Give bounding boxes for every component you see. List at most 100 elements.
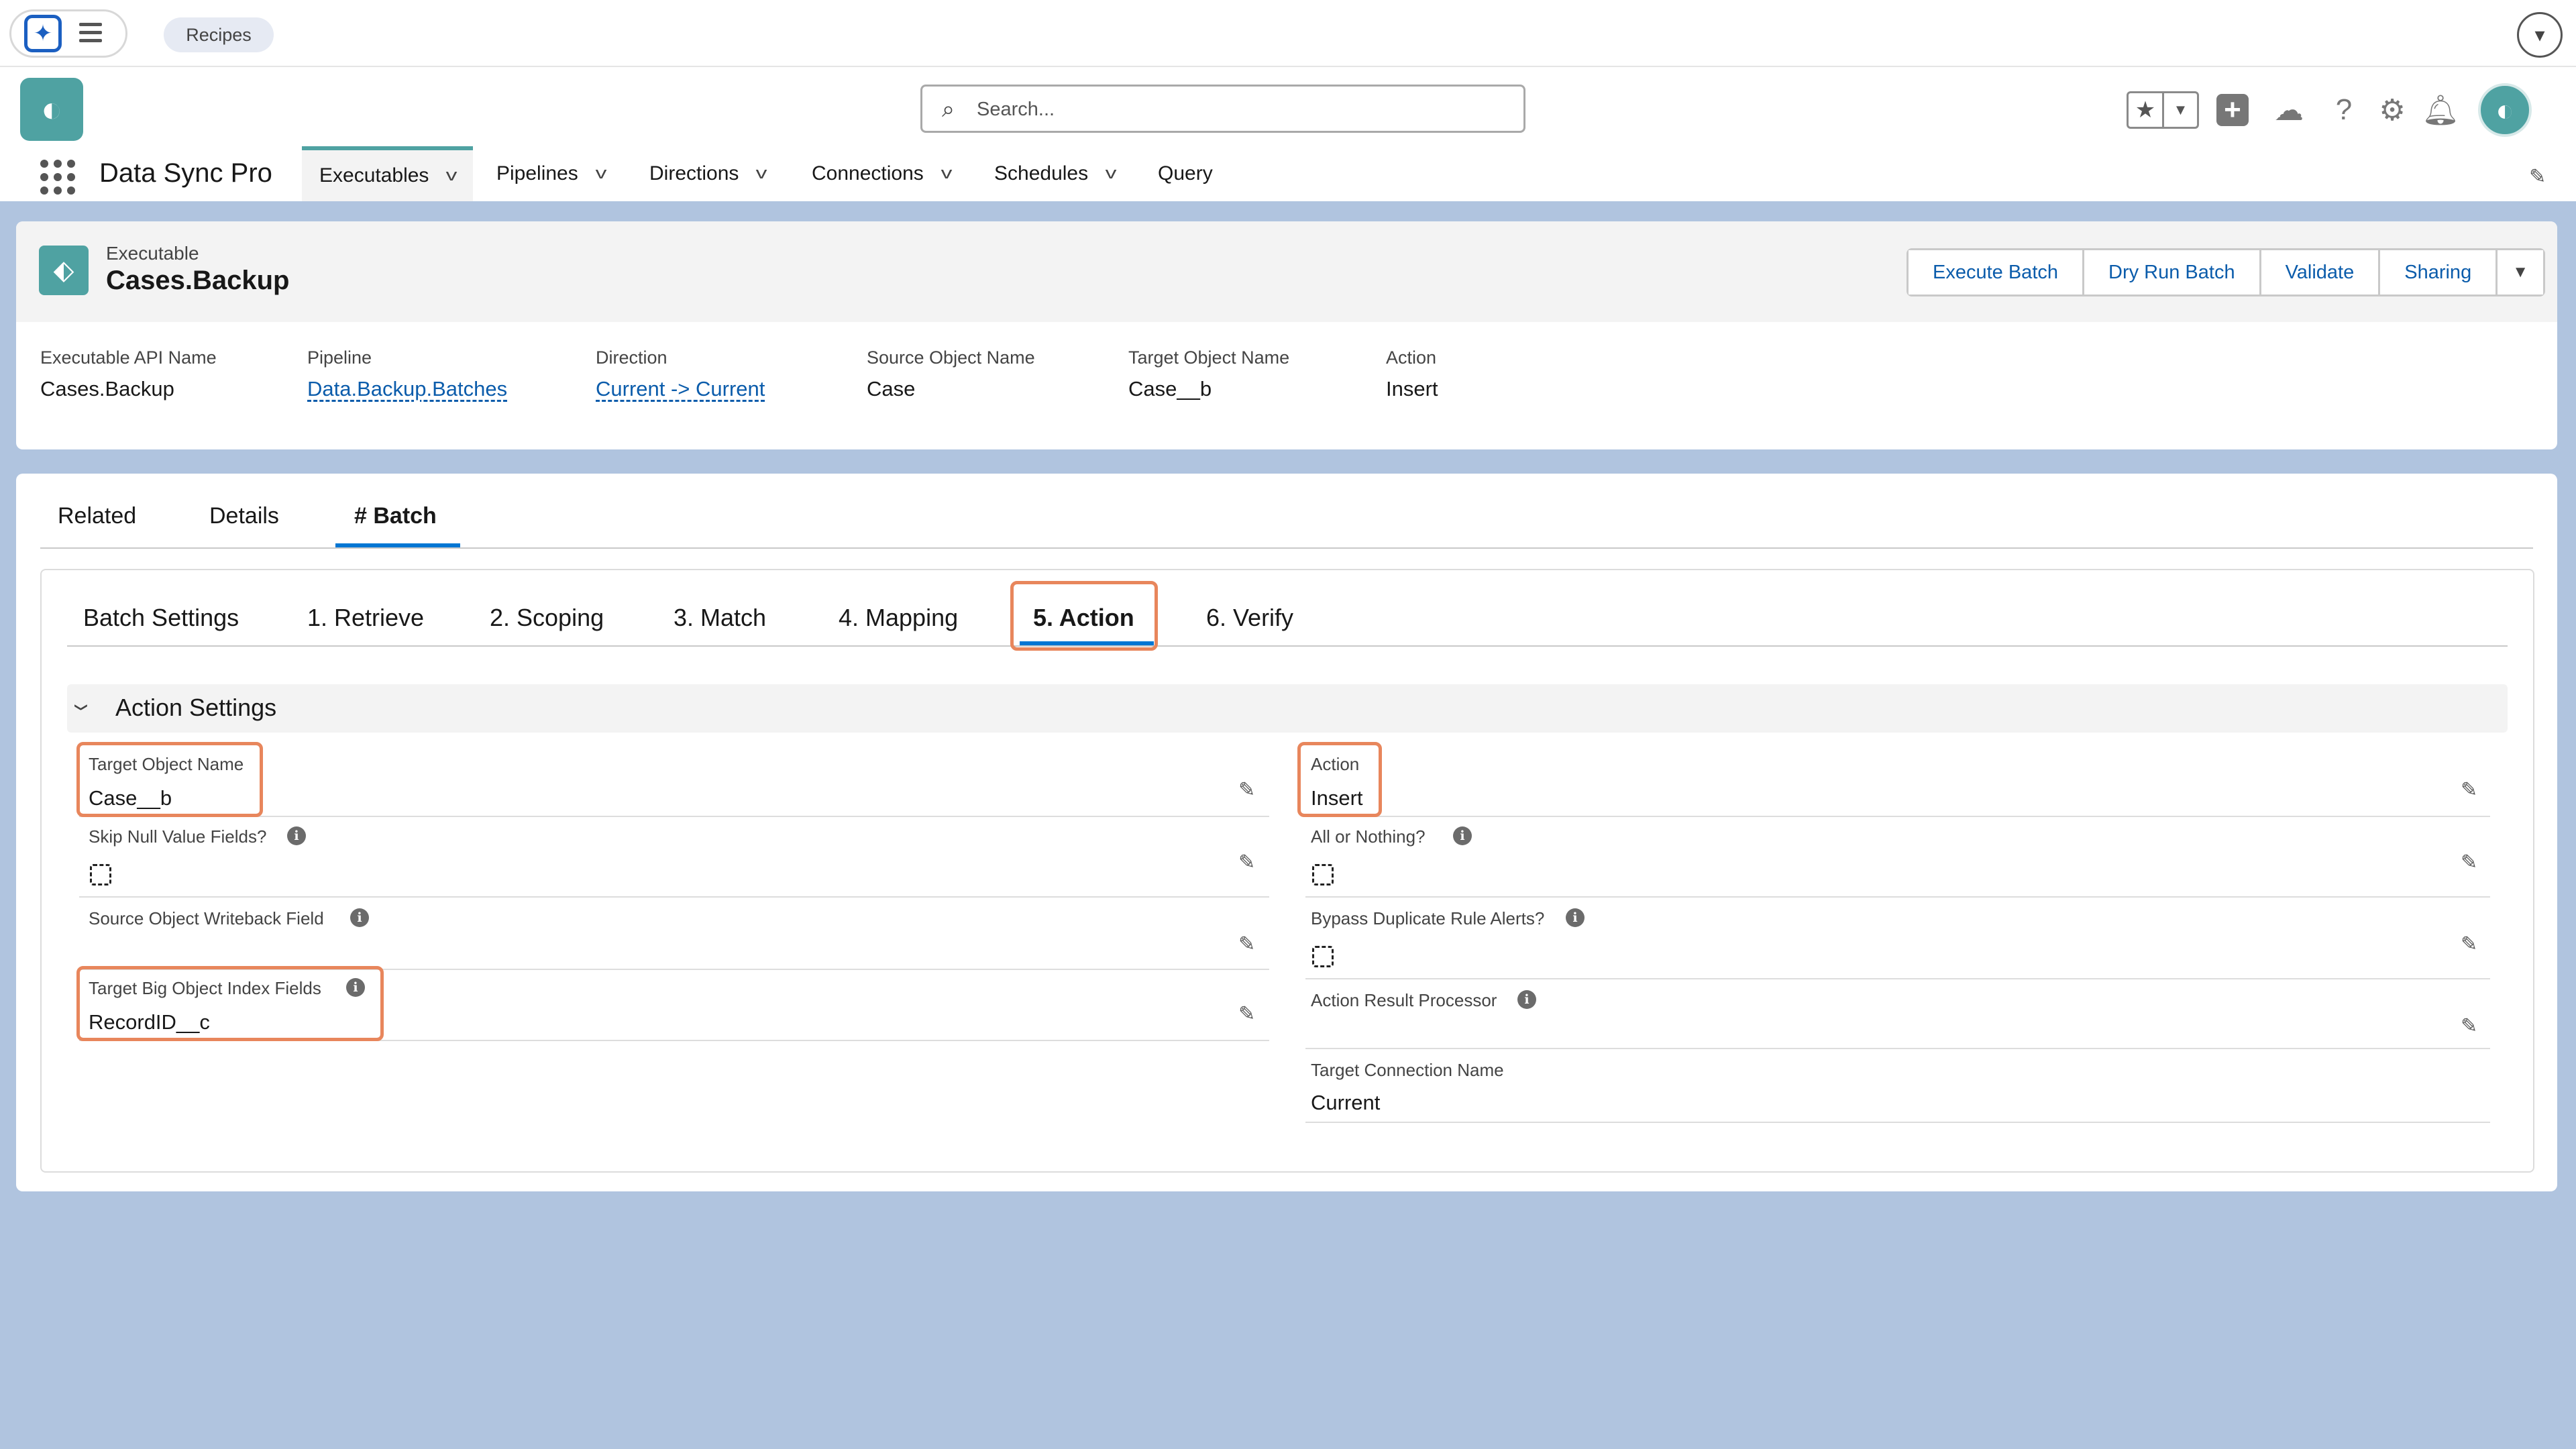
info-icon[interactable]: i bbox=[1517, 990, 1536, 1009]
field-value: Current bbox=[1311, 1091, 1381, 1114]
highlight-label: Target Object Name bbox=[1128, 347, 1290, 368]
chevron-down-icon[interactable]: v bbox=[941, 164, 952, 183]
recipes-pill[interactable]: Recipes bbox=[164, 17, 274, 52]
highlight-value: Case__b bbox=[1128, 377, 1212, 400]
nav-item-pipelines[interactable]: Pipelines v bbox=[479, 146, 623, 201]
tab-details[interactable]: Details bbox=[209, 503, 279, 529]
action-field-highlight bbox=[1297, 742, 1382, 817]
nav-item-executables[interactable]: Executables v bbox=[302, 146, 474, 201]
nav-item-label: Executables bbox=[319, 164, 429, 186]
pencil-icon[interactable]: ✎ bbox=[1238, 932, 1255, 956]
dry-run-batch-button[interactable]: Dry Run Batch bbox=[2084, 250, 2261, 294]
highlight-label: Action bbox=[1386, 347, 1437, 368]
pipeline-link[interactable]: Data.Backup.Batches bbox=[307, 377, 507, 401]
record-title: Cases.Backup bbox=[106, 266, 290, 295]
field-label: Action Result Processor bbox=[1311, 990, 1497, 1010]
trailhead-icon[interactable]: ☁ bbox=[2270, 91, 2308, 129]
elephant-logo-icon[interactable]: ◐ bbox=[20, 78, 83, 141]
chevron-down-icon[interactable]: v bbox=[446, 166, 458, 185]
pencil-icon[interactable]: ✎ bbox=[1238, 1002, 1255, 1026]
field-label: All or Nothing? bbox=[1311, 826, 1426, 847]
help-icon[interactable]: ? bbox=[2325, 91, 2363, 129]
nav-item-query[interactable]: Query bbox=[1140, 146, 1230, 201]
tab-match[interactable]: 3. Match bbox=[674, 604, 766, 632]
skip-null-checkbox[interactable] bbox=[90, 864, 111, 885]
nav-item-label: Query bbox=[1158, 162, 1213, 184]
nav-item-directions[interactable]: Directions v bbox=[632, 146, 783, 201]
field-label: Source Object Writeback Field bbox=[89, 908, 324, 928]
all-or-nothing-checkbox[interactable] bbox=[1312, 864, 1334, 885]
more-actions-chevron-icon[interactable]: ▼ bbox=[2498, 250, 2543, 294]
nav-item-connections[interactable]: Connections v bbox=[794, 146, 968, 201]
tab-batch-settings[interactable]: Batch Settings bbox=[83, 604, 239, 632]
bell-icon[interactable]: 🔔︎ bbox=[2422, 91, 2459, 129]
search-input[interactable] bbox=[977, 93, 1500, 126]
nav-item-schedules[interactable]: Schedules v bbox=[977, 146, 1132, 201]
field-label: Bypass Duplicate Rule Alerts? bbox=[1311, 908, 1545, 928]
nav-item-label: Connections bbox=[812, 162, 924, 184]
field-divider bbox=[1305, 978, 2490, 979]
pencil-icon[interactable]: ✎ bbox=[2529, 165, 2546, 189]
info-icon[interactable]: i bbox=[1566, 908, 1585, 927]
field-divider bbox=[1305, 896, 2490, 898]
tab-retrieve[interactable]: 1. Retrieve bbox=[307, 604, 424, 632]
pencil-icon[interactable]: ✎ bbox=[1238, 778, 1255, 802]
section-title: Action Settings bbox=[115, 694, 277, 721]
record-action-buttons: Execute Batch Dry Run Batch Validate Sha… bbox=[1907, 248, 2545, 297]
index-fields-highlight bbox=[76, 966, 384, 1041]
target-object-highlight bbox=[76, 742, 263, 817]
highlight-label: Executable API Name bbox=[40, 347, 217, 368]
field-label: Skip Null Value Fields? bbox=[89, 826, 267, 847]
highlight-label: Source Object Name bbox=[867, 347, 1035, 368]
info-icon[interactable]: i bbox=[1453, 826, 1472, 845]
chevron-down-icon[interactable]: › bbox=[64, 704, 101, 711]
pencil-icon[interactable]: ✎ bbox=[2461, 1014, 2477, 1038]
field-divider bbox=[79, 896, 1269, 898]
favorites-group: ★ ▼ bbox=[2127, 91, 2199, 129]
field-divider bbox=[1305, 816, 2490, 817]
app-name: Data Sync Pro bbox=[99, 158, 272, 188]
nav-item-label: Schedules bbox=[994, 162, 1089, 184]
action-tab-highlight bbox=[1010, 581, 1158, 651]
chevron-down-icon[interactable]: v bbox=[595, 164, 606, 183]
sharing-button[interactable]: Sharing bbox=[2380, 250, 2498, 294]
pencil-icon[interactable]: ✎ bbox=[2461, 932, 2477, 956]
validate-button[interactable]: Validate bbox=[2261, 250, 2381, 294]
tab-scoping[interactable]: 2. Scoping bbox=[490, 604, 604, 632]
chevron-down-icon[interactable]: v bbox=[1106, 164, 1117, 183]
avatar[interactable]: ◐ bbox=[2478, 83, 2532, 137]
record-type-label: Executable bbox=[106, 243, 199, 264]
execute-batch-button[interactable]: Execute Batch bbox=[1909, 250, 2084, 294]
tab-mapping[interactable]: 4. Mapping bbox=[839, 604, 958, 632]
direction-link[interactable]: Current -> Current bbox=[596, 377, 765, 401]
nav-item-label: Pipelines bbox=[496, 162, 578, 184]
tab-batch[interactable]: # Batch bbox=[354, 503, 437, 529]
chevron-down-icon[interactable]: ▾ bbox=[2517, 12, 2563, 58]
favorites-menu-chevron-icon[interactable]: ▼ bbox=[2164, 93, 2197, 127]
pencil-icon[interactable]: ✎ bbox=[2461, 778, 2477, 802]
info-icon[interactable]: i bbox=[287, 826, 306, 845]
pencil-icon[interactable]: ✎ bbox=[2461, 851, 2477, 874]
pencil-icon[interactable]: ✎ bbox=[1238, 851, 1255, 874]
chevron-down-icon[interactable]: v bbox=[756, 164, 767, 183]
tab-related[interactable]: Related bbox=[58, 503, 136, 529]
highlight-label: Direction bbox=[596, 347, 667, 368]
bypass-duplicate-checkbox[interactable] bbox=[1312, 946, 1334, 967]
highlight-value: Cases.Backup bbox=[40, 377, 174, 400]
field-divider bbox=[1305, 1048, 2490, 1049]
sparkle-icon[interactable]: ✦ bbox=[24, 15, 62, 52]
highlight-value: Insert bbox=[1386, 377, 1438, 400]
plus-icon[interactable]: + bbox=[2216, 93, 2249, 126]
gear-icon[interactable]: ⚙ bbox=[2373, 91, 2411, 129]
search-icon: ⌕ bbox=[942, 97, 955, 122]
action-settings-section[interactable] bbox=[67, 684, 2508, 733]
menu-icon[interactable] bbox=[79, 23, 102, 43]
tab-verify[interactable]: 6. Verify bbox=[1206, 604, 1293, 632]
info-icon[interactable]: i bbox=[350, 908, 369, 927]
app-launcher-icon[interactable] bbox=[40, 160, 75, 195]
field-divider bbox=[1305, 1122, 2490, 1123]
star-icon[interactable]: ★ bbox=[2129, 93, 2164, 127]
active-tab-indicator bbox=[335, 543, 460, 547]
field-label: Target Connection Name bbox=[1311, 1060, 1504, 1080]
nav-item-label: Directions bbox=[649, 162, 739, 184]
